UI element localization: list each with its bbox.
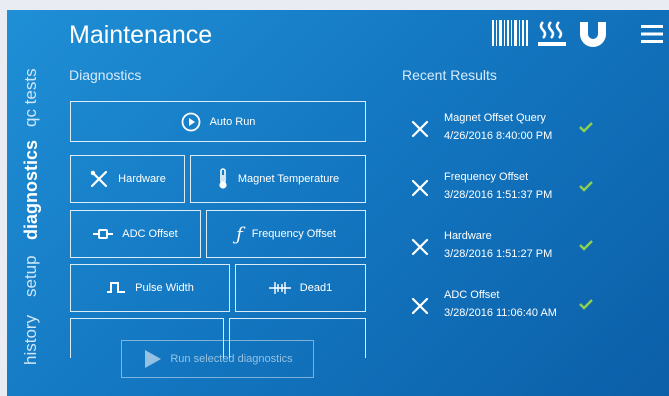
frequency-offset-button[interactable]: ƒ Frequency Offset bbox=[206, 210, 366, 258]
hardware-button[interactable]: Hardware bbox=[70, 155, 185, 203]
dead-time-icon bbox=[268, 281, 291, 295]
result-name: Magnet Offset Query bbox=[444, 112, 546, 124]
hardware-label: Hardware bbox=[118, 173, 166, 185]
app-window: qc tests diagnostics setup history Maint… bbox=[7, 10, 669, 396]
page-title: Maintenance bbox=[69, 21, 213, 49]
play-icon bbox=[142, 349, 162, 369]
menu-icon[interactable] bbox=[641, 24, 663, 44]
dead1-button[interactable]: Dead1 bbox=[235, 264, 366, 312]
check-icon bbox=[579, 297, 593, 315]
recent-results-heading: Recent Results bbox=[402, 67, 497, 83]
tools-icon bbox=[411, 179, 429, 202]
result-name: Frequency Offset bbox=[444, 171, 529, 183]
tab-setup[interactable]: setup bbox=[21, 255, 41, 297]
diagnostics-heading: Diagnostics bbox=[69, 67, 142, 83]
run-selected-diagnostics-button[interactable]: Run selected diagnostics bbox=[121, 340, 314, 378]
tab-diagnostics[interactable]: diagnostics bbox=[21, 140, 42, 240]
barcode-icon[interactable] bbox=[492, 20, 528, 46]
pulse-width-button[interactable]: Pulse Width bbox=[70, 264, 230, 312]
result-date: 4/26/2016 8:40:00 PM bbox=[444, 130, 553, 142]
adc-icon bbox=[93, 228, 114, 240]
result-date: 3/28/2016 11:06:40 AM bbox=[444, 307, 557, 319]
check-icon bbox=[579, 179, 593, 197]
heat-icon[interactable] bbox=[537, 20, 567, 48]
pulse-icon bbox=[106, 280, 126, 296]
magnet-icon[interactable] bbox=[578, 20, 608, 48]
thermometer-icon bbox=[217, 168, 229, 190]
recent-result-item[interactable]: Magnet Offset Query 4/26/2016 8:40:00 PM bbox=[411, 112, 601, 152]
adc-offset-button[interactable]: ADC Offset bbox=[70, 210, 201, 258]
auto-run-label: Auto Run bbox=[209, 115, 256, 128]
magnet-temperature-label: Magnet Temperature bbox=[237, 173, 340, 185]
function-icon: ƒ bbox=[236, 223, 243, 245]
frequency-offset-label: Frequency Offset bbox=[251, 228, 336, 240]
adc-offset-label: ADC Offset bbox=[122, 228, 178, 240]
dead1-label: Dead1 bbox=[299, 282, 333, 294]
tools-icon bbox=[411, 120, 429, 143]
result-date: 3/28/2016 1:51:37 PM bbox=[444, 189, 553, 201]
result-name: ADC Offset bbox=[444, 289, 500, 301]
auto-run-button[interactable]: Auto Run bbox=[70, 101, 366, 142]
run-selected-label: Run selected diagnostics bbox=[170, 353, 293, 365]
play-circle-icon bbox=[181, 112, 201, 132]
check-icon bbox=[579, 238, 593, 256]
recent-result-item[interactable]: Frequency Offset 3/28/2016 1:51:37 PM bbox=[411, 171, 601, 211]
pulse-width-label: Pulse Width bbox=[135, 282, 194, 294]
recent-result-item[interactable]: Hardware 3/28/2016 1:51:27 PM bbox=[411, 230, 601, 270]
tab-history[interactable]: history bbox=[21, 315, 41, 365]
magnet-temperature-button[interactable]: Magnet Temperature bbox=[190, 155, 366, 203]
tools-icon bbox=[89, 169, 109, 189]
result-date: 3/28/2016 1:51:27 PM bbox=[444, 248, 553, 260]
tools-icon bbox=[411, 297, 429, 320]
check-icon bbox=[579, 120, 593, 138]
recent-result-item[interactable]: ADC Offset 3/28/2016 11:06:40 AM bbox=[411, 289, 601, 329]
result-name: Hardware bbox=[444, 230, 492, 242]
tab-qc-tests[interactable]: qc tests bbox=[21, 68, 41, 127]
tools-icon bbox=[411, 238, 429, 261]
